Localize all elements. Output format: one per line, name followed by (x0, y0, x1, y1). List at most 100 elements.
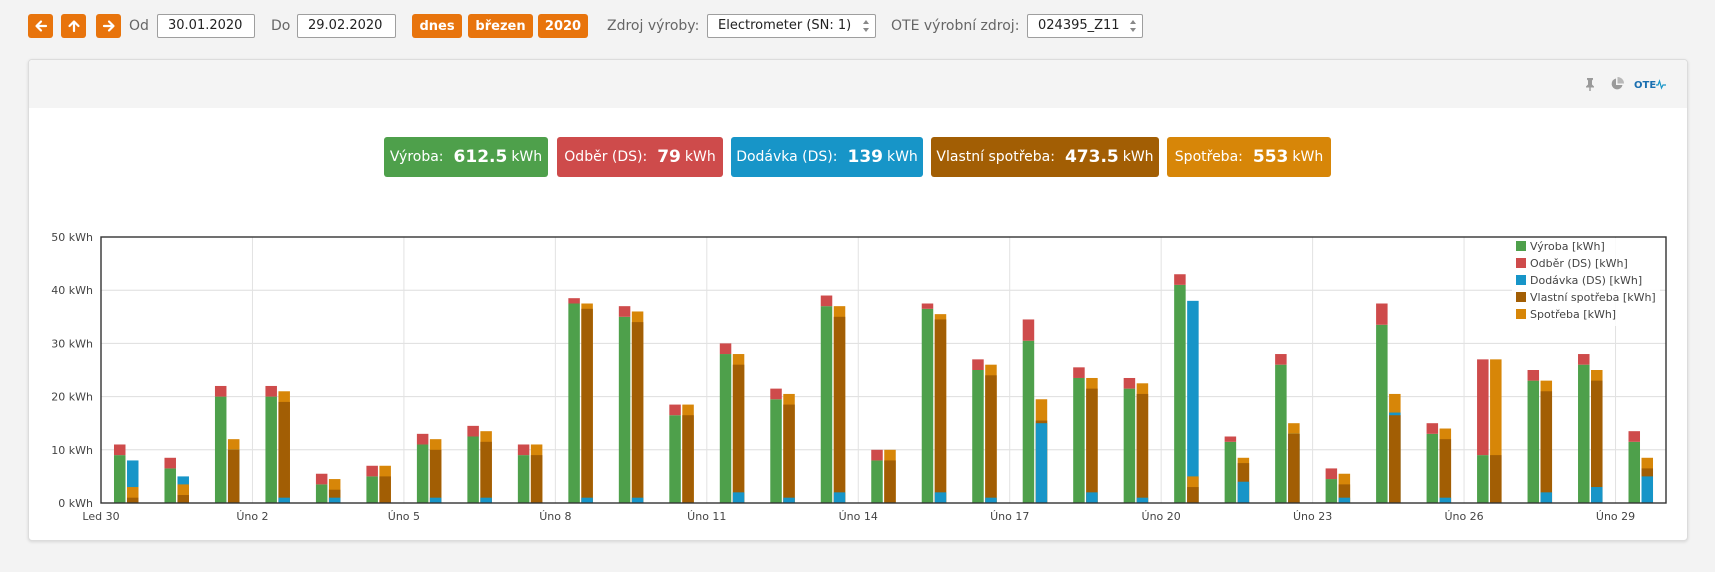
bar-segment (568, 298, 580, 304)
x-tick-label: Úno 5 (388, 510, 420, 523)
bar-segment (1022, 340, 1035, 503)
bar-segment (315, 473, 328, 485)
bar-segment (1035, 423, 1048, 503)
bar-segment (618, 306, 631, 317)
bar-segment (1439, 439, 1452, 503)
bar-segment (480, 441, 492, 503)
bar-segment (467, 425, 479, 437)
legend-swatch (1516, 275, 1526, 285)
bar-segment (1641, 476, 1654, 503)
bar-segment (1376, 303, 1388, 325)
bar-segment (1275, 364, 1287, 503)
bar-segment (164, 468, 176, 503)
bar-segment (985, 375, 997, 503)
bar-segment (480, 497, 492, 503)
bar-segment (1591, 380, 1603, 503)
bar-segment (1578, 354, 1590, 365)
bar-segment (719, 343, 732, 355)
bar-segment (1490, 455, 1502, 503)
bar-segment (416, 444, 429, 503)
bar-segment (884, 460, 896, 503)
bar-segment (1426, 423, 1439, 434)
legend-swatch (1516, 292, 1526, 302)
y-tick-label: 50 kWh (51, 231, 93, 244)
bar-segment (934, 492, 947, 503)
bar-segment (315, 484, 328, 503)
bar-segment (1325, 468, 1338, 480)
legend-label: Dodávka (DS) [kWh] (1530, 274, 1642, 287)
y-tick-label: 20 kWh (51, 391, 93, 404)
bar-segment (631, 497, 644, 503)
bar-segment (783, 404, 795, 503)
bar-segment (972, 370, 984, 503)
bar-segment (1376, 324, 1388, 503)
bar-segment (1338, 497, 1351, 503)
bar-segment (732, 492, 745, 503)
bar-segment (1086, 492, 1098, 503)
bar-segment (265, 385, 277, 397)
bar-segment (113, 444, 126, 456)
bar-segment (1325, 479, 1338, 503)
bar-segment (113, 455, 126, 503)
bar-segment (1439, 497, 1452, 503)
bar-segment (1591, 487, 1603, 503)
bar-segment (467, 436, 479, 503)
bar-segment (379, 476, 391, 503)
bar-segment (214, 385, 227, 397)
energy-bar-chart: 0 kWh 10 kWh 20 kWh 30 kWh 40 kWh 50 kWh Led 3… (51, 231, 1667, 523)
bar-segment (921, 308, 934, 503)
bar-segment (682, 415, 694, 503)
bar-segment (1628, 431, 1641, 442)
bar-segment (1288, 433, 1300, 503)
bar-segment (1224, 436, 1237, 442)
bar-segment (770, 399, 782, 503)
bar-segment (265, 396, 277, 503)
bar-segment (1426, 433, 1439, 503)
bar-segment (416, 433, 429, 445)
x-tick-label: Úno 8 (539, 510, 571, 523)
bar-segment (1073, 377, 1085, 503)
legend-label: Výroba [kWh] (1530, 240, 1605, 253)
bar-segment (214, 396, 227, 503)
bar-segment (429, 497, 442, 503)
bar-segment (1136, 393, 1149, 503)
bar-segment (972, 359, 984, 370)
bar-segment (1187, 300, 1199, 503)
bar-segment (871, 449, 883, 461)
bar-segment (278, 497, 290, 503)
bar-segment (783, 497, 795, 503)
legend-label: Odběr (DS) [kWh] (1530, 257, 1628, 270)
bar-segment (833, 316, 846, 503)
x-tick-label: Úno 20 (1142, 510, 1181, 523)
bar-segment (934, 319, 947, 503)
bar-segment (820, 306, 833, 503)
legend-label: Vlastní spotřeba [kWh] (1530, 291, 1656, 304)
bar-segment (1123, 377, 1136, 389)
bar-segment (126, 497, 139, 503)
bar-segment (1540, 391, 1553, 503)
bar-segment (732, 364, 745, 503)
y-tick-label: 40 kWh (51, 284, 93, 297)
bar-segment (1224, 441, 1237, 503)
bar-segment (1540, 492, 1553, 503)
y-tick-label: 30 kWh (51, 337, 93, 350)
bar-segment (366, 465, 378, 477)
bar-segment (1022, 319, 1035, 341)
x-tick-label: Úno 11 (687, 510, 726, 523)
bar-segment (328, 497, 341, 503)
bar-segment (227, 449, 240, 503)
bar-segment (1527, 380, 1540, 503)
bar-segment (1578, 364, 1590, 503)
x-tick-label: Úno 14 (839, 510, 878, 523)
y-tick-label: 10 kWh (51, 444, 93, 457)
bar-segment (985, 497, 997, 503)
bar-segment (1527, 370, 1540, 381)
bar-segment (820, 295, 833, 307)
x-tick-label: Úno 17 (990, 510, 1029, 523)
bar-segment (530, 455, 543, 503)
bar-segment (1123, 388, 1136, 503)
bar-segment (1174, 284, 1186, 503)
x-tick-label: Úno 26 (1444, 510, 1483, 523)
bar-segment (871, 460, 883, 503)
x-tick-label: Úno 2 (236, 510, 268, 523)
